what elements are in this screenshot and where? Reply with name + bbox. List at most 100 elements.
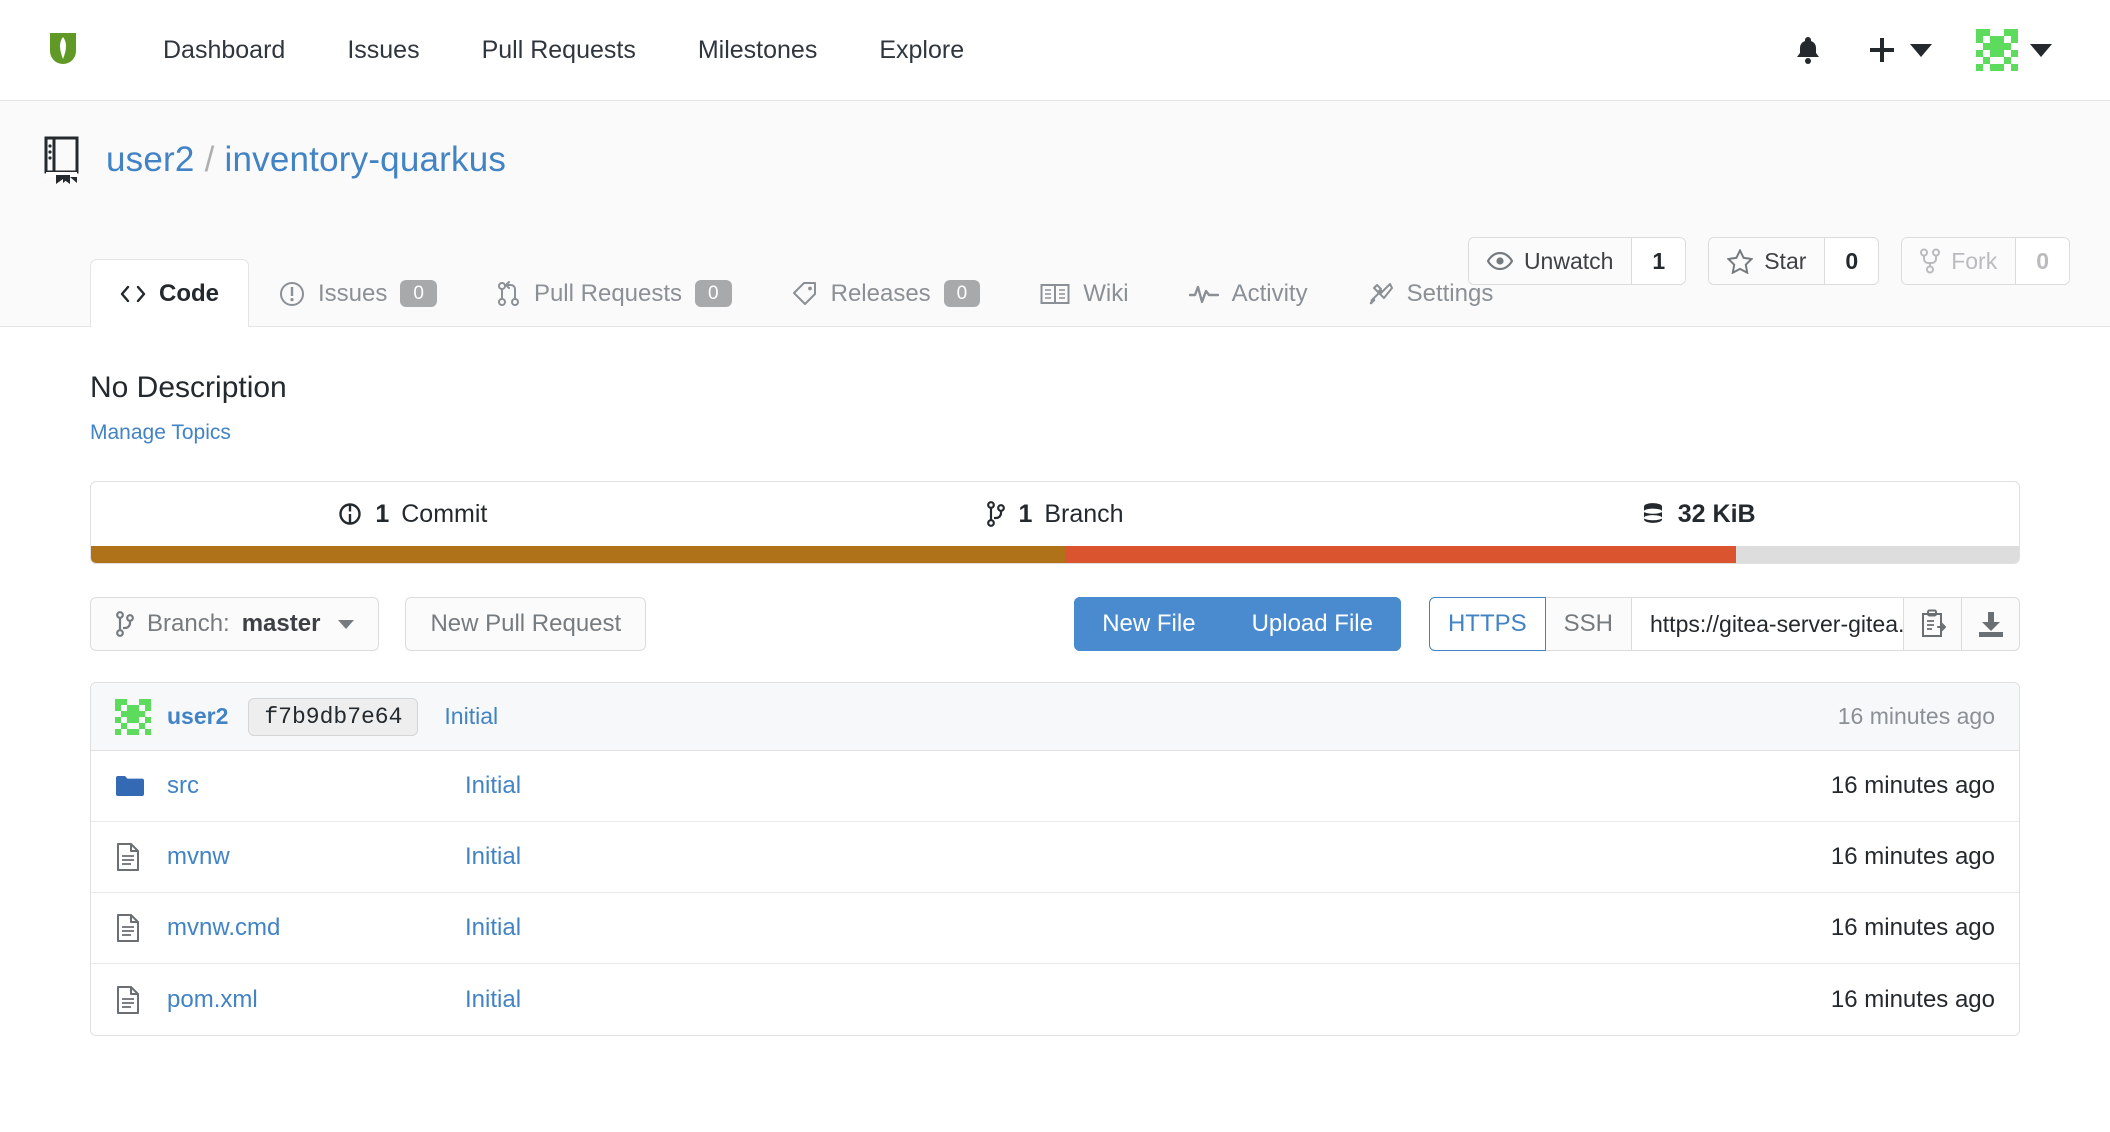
clone-protocol-ssh[interactable]: SSH	[1546, 597, 1632, 651]
tab-issues-label: Issues	[318, 280, 387, 308]
download-repo-button[interactable]	[1962, 597, 2020, 651]
tab-releases[interactable]: Releases 0	[762, 259, 1011, 327]
tab-releases-badge: 0	[944, 280, 981, 307]
language-segment-html	[1065, 546, 1736, 563]
commit-author-link[interactable]: user2	[167, 703, 228, 730]
fork-button-group[interactable]: Fork 0	[1901, 237, 2070, 285]
file-name-link[interactable]: mvnw	[167, 843, 465, 871]
tab-pull-requests[interactable]: Pull Requests 0	[467, 259, 762, 327]
clipboard-copy-icon	[1919, 609, 1947, 639]
book-icon	[1040, 282, 1070, 306]
folder-icon	[115, 774, 145, 798]
repo-header: user2 / inventory-quarkus Unwatch 1 Star 0	[0, 101, 2110, 327]
file-icon	[115, 913, 145, 943]
new-pull-request-label: New Pull Request	[430, 610, 621, 638]
git-pull-request-icon	[497, 281, 521, 307]
database-icon	[1640, 501, 1666, 527]
fork-label: Fork	[1951, 248, 1997, 275]
tab-activity-label: Activity	[1232, 280, 1308, 308]
chevron-down-icon	[1910, 44, 1932, 57]
commits-count: 1	[375, 500, 389, 529]
table-row[interactable]: pom.xml Initial 16 minutes ago	[91, 964, 2019, 1035]
user-menu-button[interactable]	[1954, 29, 2074, 71]
branches-count: 1	[1018, 500, 1032, 529]
manage-topics-link[interactable]: Manage Topics	[90, 421, 231, 445]
tab-code[interactable]: Code	[90, 259, 249, 327]
star-label: Star	[1764, 248, 1806, 275]
nav-link-dashboard[interactable]: Dashboard	[132, 36, 316, 65]
clone-protocol-https[interactable]: HTTPS	[1429, 597, 1546, 651]
table-row[interactable]: src Initial 16 minutes ago	[91, 751, 2019, 822]
upload-file-button[interactable]: Upload File	[1224, 597, 1401, 651]
file-commit-message-link[interactable]: Initial	[465, 772, 521, 800]
repo-book-icon	[40, 135, 84, 185]
tab-code-label: Code	[159, 280, 219, 308]
branches-stat[interactable]: 1 Branch	[734, 482, 1377, 546]
clone-url-input[interactable]: https://gitea-server-gitea.apps.c	[1632, 597, 1904, 651]
create-new-button[interactable]	[1844, 34, 1954, 66]
new-pull-request-button[interactable]: New Pull Request	[405, 597, 646, 651]
breadcrumb-separator: /	[205, 140, 215, 179]
user-identicon-avatar	[1976, 29, 2018, 71]
repo-controls-row: Branch: master New Pull Request New File…	[90, 597, 2020, 651]
branch-prefix-label: Branch:	[147, 610, 230, 638]
tools-icon	[1368, 281, 1394, 307]
file-timestamp: 16 minutes ago	[1831, 914, 1995, 942]
table-row[interactable]: mvnw Initial 16 minutes ago	[91, 822, 2019, 893]
commit-sha[interactable]: f7b9db7e64	[248, 698, 418, 736]
navbar-right	[1772, 29, 2074, 71]
table-row[interactable]: mvnw.cmd Initial 16 minutes ago	[91, 893, 2019, 964]
file-name-link[interactable]: pom.xml	[167, 986, 465, 1014]
chevron-down-icon	[2030, 44, 2052, 57]
commit-message-link[interactable]: Initial	[444, 703, 498, 730]
fork-icon	[1920, 248, 1940, 274]
new-file-button[interactable]: New File	[1074, 597, 1223, 651]
repo-name-link[interactable]: inventory-quarkus	[225, 140, 507, 179]
tab-settings-label: Settings	[1407, 280, 1494, 308]
plus-icon	[1866, 34, 1898, 66]
tab-settings[interactable]: Settings	[1338, 259, 1524, 327]
notifications-button[interactable]	[1772, 34, 1844, 66]
file-listing-table: user2 f7b9db7e64 Initial 16 minutes ago …	[90, 682, 2020, 1036]
file-name-link[interactable]: src	[167, 772, 465, 800]
language-bar	[91, 546, 2019, 563]
watch-count: 1	[1631, 238, 1685, 284]
star-button[interactable]: Star	[1709, 238, 1824, 284]
repo-description: No Description	[90, 371, 2070, 405]
nav-link-explore[interactable]: Explore	[848, 36, 995, 65]
bell-icon	[1794, 34, 1822, 66]
file-commit-message-link[interactable]: Initial	[465, 843, 521, 871]
tab-activity[interactable]: Activity	[1159, 259, 1338, 327]
nav-link-pull-requests[interactable]: Pull Requests	[451, 36, 667, 65]
branch-name-label: master	[242, 610, 321, 638]
repo-title-row: user2 / inventory-quarkus	[40, 127, 2070, 193]
issue-opened-icon	[279, 281, 305, 307]
commits-label: Commit	[401, 500, 487, 529]
tag-icon	[792, 281, 818, 307]
latest-commit-row: user2 f7b9db7e64 Initial 16 minutes ago	[91, 683, 2019, 751]
file-timestamp: 16 minutes ago	[1831, 772, 1995, 800]
file-actions-group: New File Upload File	[1074, 597, 1401, 651]
star-count: 0	[1824, 238, 1878, 284]
branch-icon	[986, 501, 1006, 527]
file-commit-message-link[interactable]: Initial	[465, 914, 521, 942]
tab-issues[interactable]: Issues 0	[249, 259, 467, 327]
top-navbar: Dashboard Issues Pull Requests Milestone…	[0, 0, 2110, 101]
fork-count: 0	[2015, 238, 2069, 284]
commits-stat[interactable]: 1 Commit	[91, 482, 734, 546]
tab-wiki[interactable]: Wiki	[1010, 259, 1158, 327]
pulse-icon	[1189, 284, 1219, 304]
repo-owner-link[interactable]: user2	[106, 140, 195, 179]
unwatch-label: Unwatch	[1524, 248, 1613, 275]
nav-link-milestones[interactable]: Milestones	[667, 36, 849, 65]
gitea-logo-icon[interactable]	[40, 27, 86, 73]
branch-selector[interactable]: Branch: master	[90, 597, 379, 651]
file-commit-message-link[interactable]: Initial	[465, 986, 521, 1014]
repo-main-content: No Description Manage Topics 1 Commit 1	[0, 327, 2110, 1036]
file-name-link[interactable]: mvnw.cmd	[167, 914, 465, 942]
copy-clone-url-button[interactable]	[1904, 597, 1962, 651]
fork-button[interactable]: Fork	[1902, 238, 2015, 284]
chevron-down-icon	[338, 620, 354, 629]
nav-link-issues[interactable]: Issues	[316, 36, 450, 65]
star-button-group[interactable]: Star 0	[1708, 237, 1879, 285]
